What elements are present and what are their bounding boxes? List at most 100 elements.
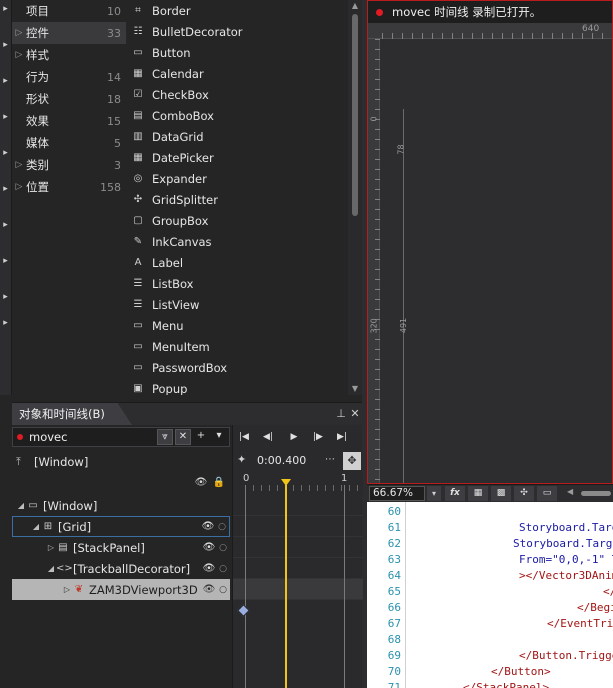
category-item[interactable]: ▷ 位置 158: [12, 176, 126, 198]
category-item[interactable]: 形状 18: [12, 88, 126, 110]
tree-row-grid[interactable]: ◢ ⊞ [Grid] 👁 ○: [12, 516, 230, 537]
pen-tool-icon[interactable]: ▸: [1, 148, 10, 158]
next-frame-icon[interactable]: |▶: [311, 429, 325, 445]
scope-up-button[interactable]: ⤒ [Window]: [16, 453, 88, 471]
expand-arrow-icon[interactable]: ▷: [12, 182, 26, 192]
add-storyboard-icon[interactable]: +: [193, 429, 209, 445]
code-line[interactable]: 67 </EventTrigger>: [367, 616, 613, 632]
category-item[interactable]: ▷ 类别 3: [12, 154, 126, 176]
control-item[interactable]: ☰ ListBox: [126, 273, 362, 294]
panel-tab[interactable]: 对象和时间线(B): [12, 403, 132, 425]
text-tool-icon[interactable]: ▸: [1, 256, 10, 266]
lock-toggle-icon[interactable]: ○: [216, 543, 230, 553]
lock-toggle-icon[interactable]: ○: [215, 522, 229, 532]
grid-view-icon[interactable]: ▦: [468, 486, 488, 501]
storyboard-name[interactable]: movec: [29, 430, 157, 444]
control-item[interactable]: ▦ DatePicker: [126, 147, 362, 168]
snapping-icon[interactable]: ⋯: [325, 454, 335, 465]
control-item[interactable]: A Label: [126, 252, 362, 273]
lock-toggle-icon[interactable]: ○: [216, 564, 230, 574]
control-item[interactable]: ☰ ListView: [126, 294, 362, 315]
control-item[interactable]: ☷ BulletDecorator: [126, 21, 362, 42]
collapse-arrow-icon[interactable]: ◢: [16, 501, 26, 510]
scroll-up-icon[interactable]: ▲: [348, 0, 362, 12]
category-item[interactable]: 媒体 5: [12, 132, 126, 154]
go-to-start-icon[interactable]: |◀: [237, 429, 251, 445]
keyframe-marker[interactable]: [237, 604, 250, 617]
snap-lines-icon[interactable]: ✣: [514, 486, 534, 501]
tree-row-window[interactable]: ◢ ▭ [Window]: [12, 495, 230, 516]
control-item[interactable]: ⌗ Border: [126, 0, 362, 21]
tree-row-trackball-decorator[interactable]: ◢ <> [TrackballDecorator] 👁 ○: [12, 558, 230, 579]
code-line[interactable]: 63 From="0,0,-1" To="0,0,-2": [367, 552, 613, 568]
xaml-editor[interactable]: 60 61 Storyboard.TargetName="ZAM3DViewport…: [367, 502, 613, 688]
control-item[interactable]: ✣ GridSplitter: [126, 189, 362, 210]
control-item[interactable]: ◎ Expander: [126, 168, 362, 189]
tree-row-stackpanel[interactable]: ▷ ▤ [StackPanel] 👁 ○: [12, 537, 230, 558]
code-line[interactable]: 64 ></Vector3DAnimation>: [367, 568, 613, 584]
category-item[interactable]: ▷ 样式: [12, 44, 126, 66]
category-item[interactable]: 效果 15: [12, 110, 126, 132]
play-icon[interactable]: ▶: [287, 429, 301, 445]
code-line[interactable]: 60: [367, 504, 613, 520]
shape-tool-icon[interactable]: ▸: [1, 184, 10, 194]
category-item[interactable]: 项目 10: [12, 0, 126, 22]
annotations-icon[interactable]: ▭: [537, 486, 557, 501]
collapse-arrow-icon[interactable]: ◢: [31, 522, 41, 531]
timeline-mode-icon[interactable]: ✥: [343, 452, 361, 470]
playhead-marker[interactable]: [281, 479, 291, 486]
playhead-line[interactable]: [285, 485, 287, 688]
control-item[interactable]: ▭ PasswordBox: [126, 357, 362, 378]
zoom-dropdown-icon[interactable]: ▾: [427, 486, 441, 501]
expand-arrow-icon[interactable]: ▷: [62, 585, 72, 594]
pin-icon[interactable]: ⊥: [334, 406, 348, 422]
direct-select-tool-icon[interactable]: ▸: [1, 40, 10, 50]
selection-tool-icon[interactable]: ▸: [1, 4, 10, 14]
design-surface[interactable]: movec 时间线 录制已打开。 640 0 320 78 491: [367, 0, 613, 484]
eye-icon[interactable]: 👁: [202, 584, 216, 595]
expand-arrow-icon[interactable]: ▷: [46, 543, 56, 552]
control-item[interactable]: ✎ InkCanvas: [126, 231, 362, 252]
control-item[interactable]: ▦ Calendar: [126, 63, 362, 84]
close-storyboard-icon[interactable]: ✕: [175, 429, 191, 445]
record-keyframe-icon[interactable]: ✦: [237, 453, 246, 466]
code-line[interactable]: 66 </BeginStoryboard>: [367, 600, 613, 616]
controls-scrollbar[interactable]: ▲ ▼: [348, 0, 362, 395]
control-item[interactable]: ▣ Popup: [126, 378, 362, 396]
zoom-input[interactable]: 66.67%: [369, 486, 425, 501]
scroll-thumb[interactable]: [352, 14, 358, 216]
expand-arrow-icon[interactable]: ▷: [12, 160, 26, 170]
control-item[interactable]: ▭ Menu: [126, 315, 362, 336]
storyboard-menu-icon[interactable]: ▾: [211, 429, 227, 445]
fx-icon[interactable]: fx: [445, 486, 465, 501]
zoom-tool-icon[interactable]: ▸: [1, 112, 10, 122]
control-item[interactable]: ☑ CheckBox: [126, 84, 362, 105]
expand-arrow-icon[interactable]: ▷: [12, 50, 26, 60]
eye-icon[interactable]: 👁: [202, 563, 216, 574]
scroll-left-icon[interactable]: ◀: [567, 487, 573, 496]
storyboard-picker[interactable]: movec ⩔ ✕ + ▾: [12, 427, 230, 447]
category-item[interactable]: 行为 14: [12, 66, 126, 88]
lock-toggle-icon[interactable]: ○: [216, 585, 230, 595]
previous-frame-icon[interactable]: ◀|: [261, 429, 275, 445]
eye-icon[interactable]: 👁: [201, 521, 215, 532]
snap-grid-icon[interactable]: ▩: [491, 486, 511, 501]
collapse-arrow-icon[interactable]: ◢: [46, 564, 56, 573]
code-line[interactable]: 70 </Button>: [367, 664, 613, 680]
control-item[interactable]: ▭ MenuItem: [126, 336, 362, 357]
eye-icon[interactable]: 👁: [202, 542, 216, 553]
artboard[interactable]: 78 491: [380, 39, 612, 483]
layout-tool-icon[interactable]: ▸: [1, 220, 10, 230]
visibility-all-icon[interactable]: 👁: [194, 475, 208, 491]
control-item[interactable]: ▥ DataGrid: [126, 126, 362, 147]
close-icon[interactable]: ✕: [348, 406, 362, 422]
code-line[interactable]: 71 </StackPanel>: [367, 680, 613, 688]
storyboard-options-icon[interactable]: ⩔: [157, 429, 173, 445]
code-line[interactable]: 62 Storyboard.TargetProperty="(Viewport3D…: [367, 536, 613, 552]
expand-arrow-icon[interactable]: ▷: [12, 28, 26, 38]
go-to-end-icon[interactable]: ▶|: [335, 429, 349, 445]
control-item[interactable]: ▤ ComboBox: [126, 105, 362, 126]
control-item[interactable]: ▭ Button: [126, 42, 362, 63]
control-item[interactable]: ▢ GroupBox: [126, 210, 362, 231]
horizontal-scroll-thumb[interactable]: [581, 491, 611, 496]
